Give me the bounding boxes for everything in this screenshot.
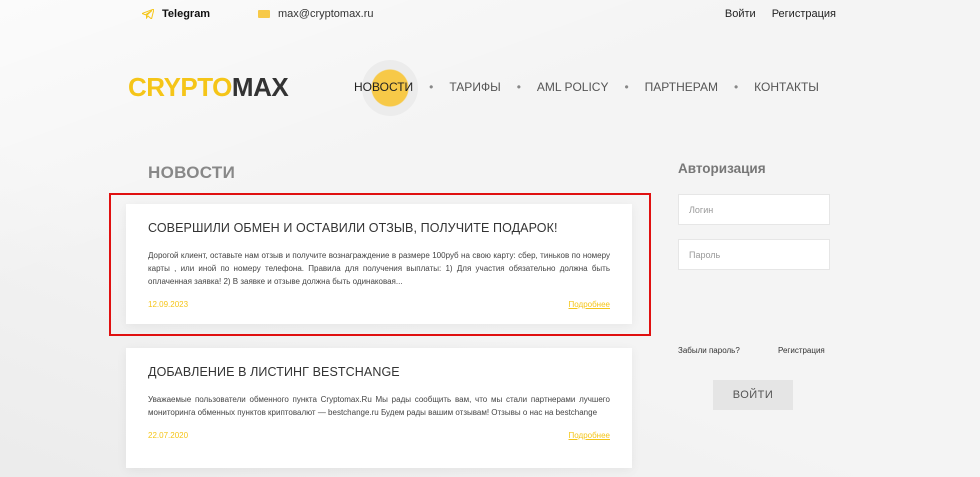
top-bar: Telegram max@cryptomax.ru Войти Регистра…	[0, 0, 980, 30]
login-input[interactable]	[678, 194, 830, 225]
forgot-password-link[interactable]: Забыли пароль?	[678, 346, 740, 355]
logo-part-max: MAX	[231, 72, 289, 102]
nav-contacts[interactable]: КОНТАКТЫ	[752, 80, 821, 94]
register-link[interactable]: Регистрация	[772, 8, 836, 20]
nav-separator: •	[733, 80, 739, 94]
auth-links: Войти Регистрация	[725, 8, 836, 20]
news-card: ДОБАВЛЕНИЕ В ЛИСТИНГ BESTCHANGE Уважаемы…	[126, 348, 632, 468]
email-label: max@cryptomax.ru	[278, 8, 374, 20]
news-card-title[interactable]: ДОБАВЛЕНИЕ В ЛИСТИНГ BESTCHANGE	[148, 365, 610, 379]
login-button[interactable]: ВОЙТИ	[713, 380, 793, 410]
password-input[interactable]	[678, 239, 830, 270]
telegram-icon	[142, 9, 154, 19]
news-card-date: 22.07.2020	[148, 431, 189, 440]
logo-part-crypto: CRYPTO	[128, 72, 232, 102]
news-card-text: Уважаемые пользователи обменного пункта …	[148, 395, 610, 417]
telegram-link[interactable]: Telegram	[142, 8, 210, 20]
news-card-footer: 22.07.2020 Подробнее	[148, 431, 610, 440]
nav-aml-policy[interactable]: AML POLICY	[535, 80, 611, 94]
mail-icon	[258, 10, 270, 18]
read-more-link[interactable]: Подробнее	[569, 431, 611, 440]
telegram-label: Telegram	[162, 8, 211, 20]
nav-separator: •	[429, 80, 434, 94]
logo[interactable]: CRYPTO MAX	[128, 72, 289, 103]
auth-heading: Авторизация	[678, 161, 766, 176]
news-heading: НОВОСТИ	[148, 163, 236, 182]
nav-separator: •	[516, 80, 521, 94]
email-link[interactable]: max@cryptomax.ru	[258, 8, 374, 20]
login-link[interactable]: Войти	[725, 8, 756, 20]
nav-partners[interactable]: ПАРТНЕРАМ	[643, 80, 720, 94]
nav-tariffs[interactable]: ТАРИФЫ	[447, 80, 502, 94]
highlight-box	[109, 193, 651, 336]
nav-separator: •	[624, 80, 629, 94]
main-nav: НОВОСТИ • ТАРИФЫ • AML POLICY • ПАРТНЕРА…	[352, 60, 821, 116]
sidebar-register-link[interactable]: Регистрация	[778, 346, 825, 355]
nav-news[interactable]: НОВОСТИ	[352, 60, 419, 116]
